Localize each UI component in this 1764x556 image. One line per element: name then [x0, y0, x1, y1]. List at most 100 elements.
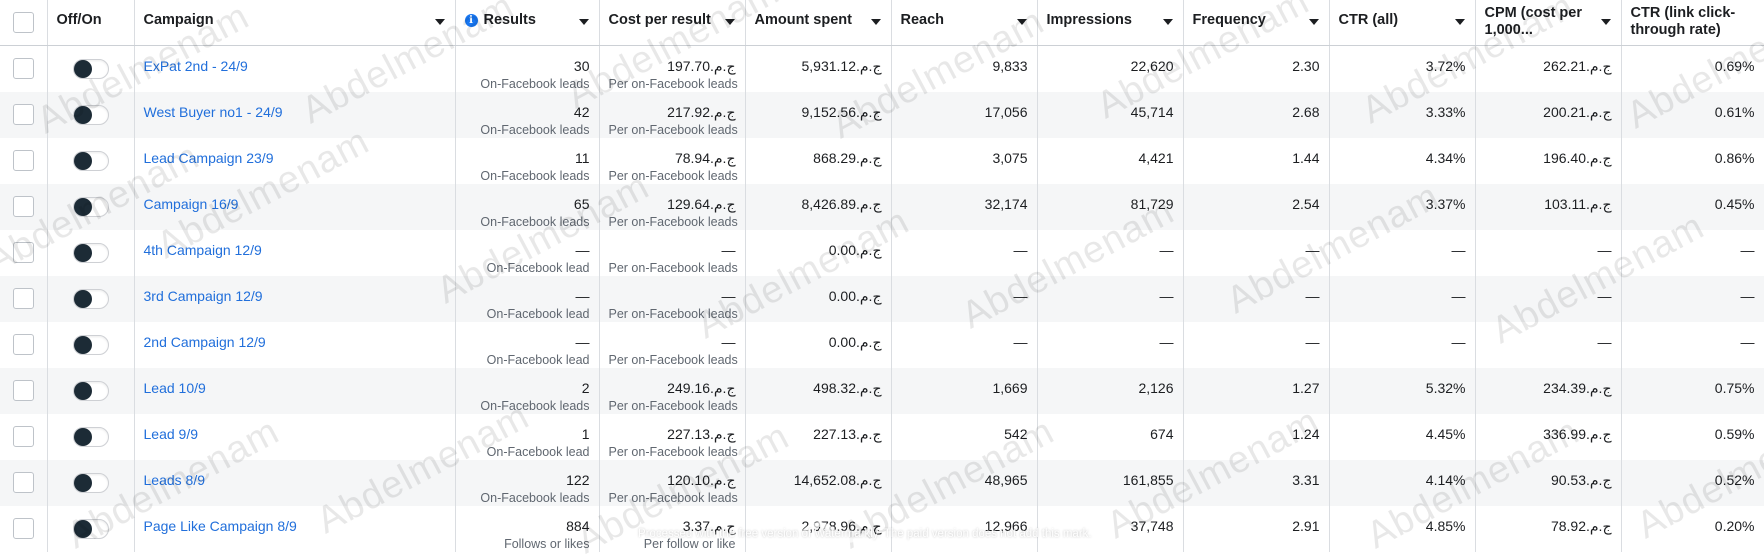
- select-all-cell: [0, 0, 48, 46]
- campaign-name-link[interactable]: Lead 9/9: [144, 426, 199, 442]
- campaign-toggle[interactable]: [72, 380, 109, 401]
- ctr-link-value: 0.75%: [1714, 379, 1755, 396]
- col-header-ctr-all[interactable]: CTR (all): [1329, 0, 1476, 46]
- table-row[interactable]: West Buyer no1 - 24/9 42 On-Facebook lea…: [0, 91, 1764, 138]
- table-row[interactable]: Lead 10/9 2 On-Facebook leads 249.16.ج.م…: [0, 367, 1764, 414]
- chevron-down-icon[interactable]: [1016, 19, 1027, 25]
- reach-value: —: [1013, 287, 1028, 304]
- row-select-cell: [0, 275, 48, 322]
- col-header-reach[interactable]: Reach: [891, 0, 1038, 46]
- col-label-ctr-link: CTR (link click-through rate): [1630, 5, 1736, 38]
- col-header-ctr-link[interactable]: CTR (link click-through rate): [1621, 0, 1764, 46]
- results-type: On-Facebook leads: [480, 168, 590, 183]
- col-header-cost-per-result[interactable]: Cost per result: [599, 0, 746, 46]
- campaign-name-link[interactable]: Lead 10/9: [144, 380, 206, 396]
- campaign-name-link[interactable]: ExPat 2nd - 24/9: [144, 58, 248, 74]
- frequency-value: 2.30: [1292, 57, 1320, 74]
- chevron-down-icon[interactable]: [1162, 19, 1173, 25]
- campaign-name-cell: Lead 10/9: [134, 367, 456, 414]
- table-row[interactable]: Leads 8/9 122 On-Facebook leads 120.10.ج…: [0, 459, 1764, 506]
- col-header-impressions[interactable]: Impressions: [1037, 0, 1184, 46]
- results-type: On-Facebook lead: [486, 352, 590, 367]
- campaign-name-link[interactable]: 2nd Campaign 12/9: [144, 334, 266, 350]
- campaign-toggle[interactable]: [72, 426, 109, 447]
- cpm-cell: —: [1475, 321, 1622, 368]
- chevron-down-icon[interactable]: [724, 19, 735, 25]
- row-checkbox[interactable]: [12, 196, 34, 217]
- campaign-toggle[interactable]: [72, 242, 109, 263]
- col-header-cpm[interactable]: CPM (cost per 1,000...: [1475, 0, 1622, 46]
- row-checkbox[interactable]: [12, 334, 34, 355]
- campaign-toggle[interactable]: [72, 150, 109, 171]
- row-toggle-cell: [47, 321, 135, 368]
- row-checkbox[interactable]: [12, 150, 34, 171]
- campaign-toggle[interactable]: [72, 334, 109, 355]
- campaign-toggle[interactable]: [72, 58, 109, 79]
- frequency-cell: 1.27: [1183, 367, 1330, 414]
- reach-value: 1,669: [992, 379, 1028, 396]
- row-checkbox[interactable]: [12, 426, 34, 447]
- chevron-down-icon[interactable]: [578, 19, 589, 25]
- campaign-name-link[interactable]: 4th Campaign 12/9: [144, 242, 262, 258]
- campaign-name-link[interactable]: 3rd Campaign 12/9: [144, 288, 263, 304]
- chevron-down-icon[interactable]: [1454, 19, 1465, 25]
- results-value: 1: [581, 425, 590, 442]
- campaign-toggle[interactable]: [72, 288, 109, 309]
- table-row[interactable]: ExPat 2nd - 24/9 30 On-Facebook leads 19…: [0, 45, 1764, 92]
- chevron-down-icon[interactable]: [434, 19, 445, 25]
- select-all-checkbox[interactable]: [12, 11, 34, 33]
- table-row[interactable]: Campaign 16/9 65 On-Facebook leads 129.6…: [0, 183, 1764, 230]
- row-checkbox[interactable]: [12, 288, 34, 309]
- table-row[interactable]: Lead Campaign 23/9 11 On-Facebook leads …: [0, 137, 1764, 184]
- col-header-results[interactable]: i Results: [455, 0, 600, 46]
- ctr-link-cell: 0.61%: [1621, 91, 1764, 138]
- campaign-toggle[interactable]: [72, 518, 109, 539]
- col-header-offon[interactable]: Off/On: [47, 0, 135, 46]
- reach-cell: —: [891, 229, 1038, 276]
- frequency-value: 2.54: [1292, 195, 1320, 212]
- row-checkbox[interactable]: [12, 58, 34, 79]
- table-row[interactable]: 2nd Campaign 12/9 — On-Facebook lead — P…: [0, 321, 1764, 368]
- row-checkbox[interactable]: [12, 242, 34, 263]
- row-checkbox[interactable]: [12, 518, 34, 539]
- table-row[interactable]: 4th Campaign 12/9 — On-Facebook lead — P…: [0, 229, 1764, 276]
- table-body: ExPat 2nd - 24/9 30 On-Facebook leads 19…: [0, 45, 1764, 552]
- campaign-name-link[interactable]: West Buyer no1 - 24/9: [144, 104, 283, 120]
- toggle-knob: [73, 335, 92, 354]
- toggle-knob: [73, 289, 92, 308]
- info-icon[interactable]: i: [464, 14, 478, 27]
- ctr-all-value: 4.45%: [1425, 425, 1466, 442]
- amount-spent-value: 8,426.89.ج.م: [801, 195, 882, 212]
- ctr-all-cell: 5.32%: [1329, 367, 1476, 414]
- results-value: 884: [566, 517, 590, 534]
- results-cell: 122 On-Facebook leads: [455, 459, 600, 506]
- campaign-toggle[interactable]: [72, 196, 109, 217]
- cost-per-result-type: Per on-Facebook leads: [608, 122, 738, 137]
- reach-value: 32,174: [984, 195, 1028, 212]
- campaign-toggle[interactable]: [72, 472, 109, 493]
- campaign-name-link[interactable]: Lead Campaign 23/9: [144, 150, 274, 166]
- campaign-toggle[interactable]: [72, 104, 109, 125]
- table-row[interactable]: Lead 9/9 1 On-Facebook lead 227.13.ج.م P…: [0, 413, 1764, 460]
- row-checkbox[interactable]: [12, 472, 34, 493]
- campaign-name-link[interactable]: Campaign 16/9: [144, 196, 239, 212]
- ctr-all-cell: —: [1329, 229, 1476, 276]
- chevron-down-icon[interactable]: [1600, 19, 1611, 25]
- row-checkbox[interactable]: [12, 380, 34, 401]
- col-header-frequency[interactable]: Frequency: [1183, 0, 1330, 46]
- results-type: On-Facebook leads: [480, 122, 590, 137]
- table-row[interactable]: 3rd Campaign 12/9 — On-Facebook lead — P…: [0, 275, 1764, 322]
- row-checkbox[interactable]: [12, 104, 34, 125]
- ctr-all-value: —: [1451, 287, 1466, 304]
- frequency-cell: —: [1183, 275, 1330, 322]
- campaign-name-link[interactable]: Leads 8/9: [144, 472, 206, 488]
- impressions-value: 674: [1150, 425, 1174, 442]
- campaign-name-link[interactable]: Page Like Campaign 8/9: [144, 518, 297, 534]
- col-header-amount-spent[interactable]: Amount spent: [745, 0, 892, 46]
- amount-spent-cell: 9,152.56.ج.م: [745, 91, 892, 138]
- cpm-value: —: [1597, 241, 1612, 258]
- col-header-campaign[interactable]: Campaign: [134, 0, 456, 46]
- chevron-down-icon[interactable]: [870, 19, 881, 25]
- chevron-down-icon[interactable]: [1308, 19, 1319, 25]
- ctr-link-cell: 0.45%: [1621, 183, 1764, 230]
